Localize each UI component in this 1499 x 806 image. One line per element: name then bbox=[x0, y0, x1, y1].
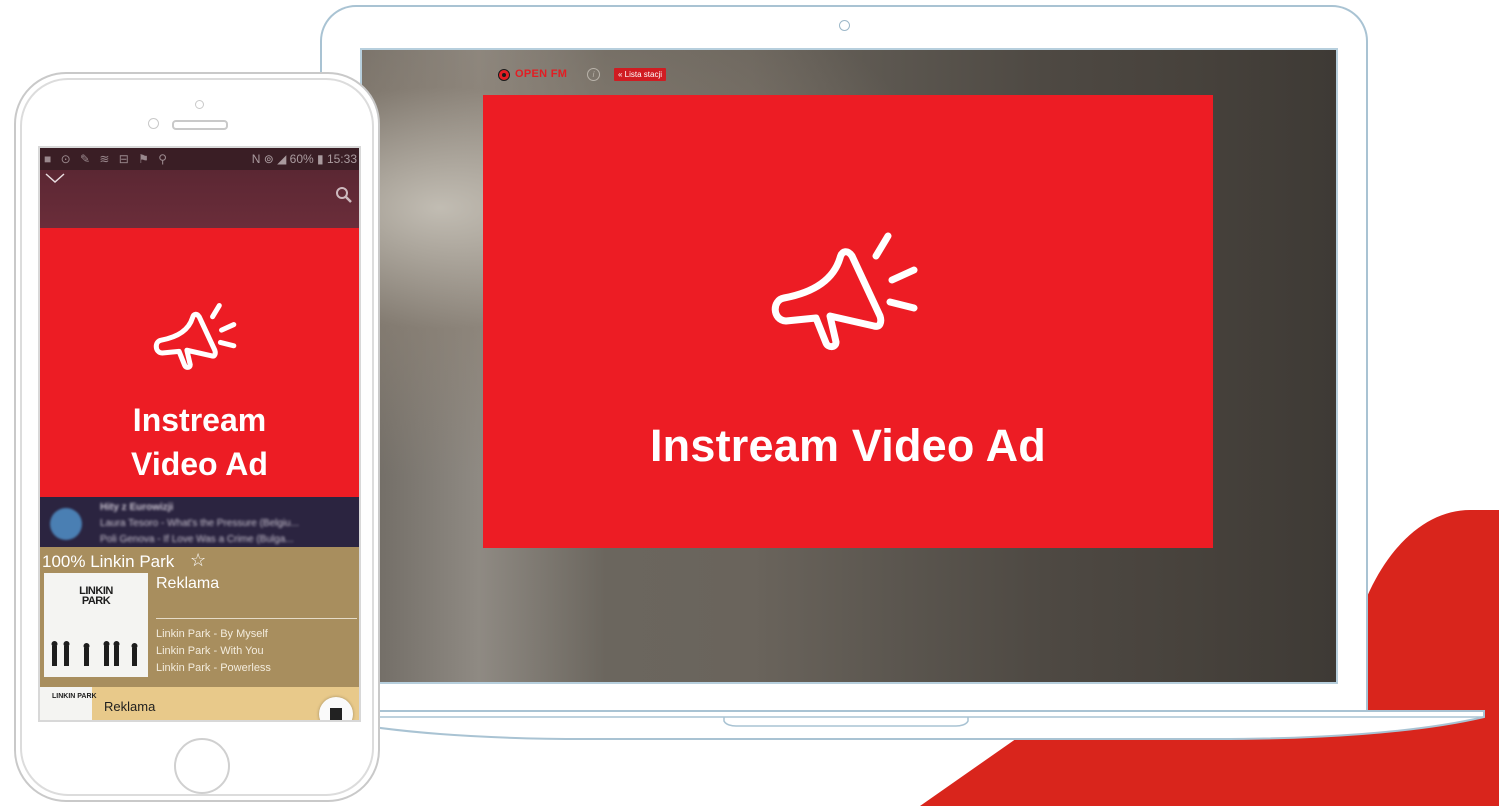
divider bbox=[156, 618, 357, 619]
ad-title-line: Instream bbox=[132, 402, 267, 438]
player-label: Reklama bbox=[104, 699, 156, 714]
player-thumbnail-logo: LINKIN PARK bbox=[52, 693, 97, 700]
chevron-down-icon[interactable] bbox=[44, 170, 66, 186]
track-item: Linkin Park - With You bbox=[156, 645, 264, 657]
laptop-base bbox=[317, 710, 1485, 740]
album-art-logo: LINKIN PARK bbox=[79, 585, 113, 607]
ad-title-line: Video Ad bbox=[131, 446, 268, 482]
search-icon[interactable] bbox=[335, 186, 353, 204]
favorite-star-icon[interactable]: ☆ bbox=[190, 550, 206, 571]
station-title: 100% Linkin Park bbox=[42, 552, 175, 571]
now-playing-title: Reklama bbox=[156, 575, 220, 592]
band-silhouettes bbox=[51, 641, 138, 666]
track-item: Linkin Park - Powerless bbox=[156, 662, 271, 674]
station-list-button[interactable]: « Lista stacji bbox=[614, 68, 667, 81]
megaphone-icon bbox=[771, 232, 918, 351]
open-fm-logo-icon[interactable] bbox=[498, 69, 510, 81]
microphone-icon bbox=[50, 508, 82, 540]
status-icons-left: ■ ⊙ ✎ ≋ ⊟ ⚑ ⚲ bbox=[44, 152, 171, 166]
megaphone-icon bbox=[153, 303, 237, 370]
track-line: Poli Genova - If Love Was a Crime (Bulga… bbox=[100, 534, 294, 545]
station-name: Hity z Eurowizji bbox=[100, 502, 174, 513]
phone-home-button[interactable] bbox=[174, 738, 230, 794]
track-line: Laura Tesoro - What's the Pressure (Belg… bbox=[100, 518, 300, 529]
ad-title: Instream Video Ad bbox=[649, 420, 1046, 471]
phone-screen: ■ ⊙ ✎ ≋ ⊟ ⚑ ⚲ N ⊚ ◢ 60% ▮ 15:33 Instream… bbox=[38, 146, 361, 722]
info-icon[interactable]: i bbox=[587, 68, 600, 81]
ad-title: Instream Video Ad bbox=[40, 398, 359, 486]
app-header bbox=[40, 170, 359, 228]
phone-sensor bbox=[195, 100, 204, 109]
status-icons-right: N ⊚ ◢ 60% ▮ 15:33 bbox=[251, 152, 357, 166]
track-item: Linkin Park - By Myself bbox=[156, 628, 268, 640]
phone-camera bbox=[148, 118, 159, 129]
laptop-camera bbox=[839, 20, 850, 31]
phone-speaker bbox=[172, 120, 228, 130]
brand-name[interactable]: OPEN FM bbox=[515, 68, 567, 80]
status-bar: ■ ⊙ ✎ ≋ ⊟ ⚑ ⚲ N ⊚ ◢ 60% ▮ 15:33 bbox=[40, 148, 359, 170]
